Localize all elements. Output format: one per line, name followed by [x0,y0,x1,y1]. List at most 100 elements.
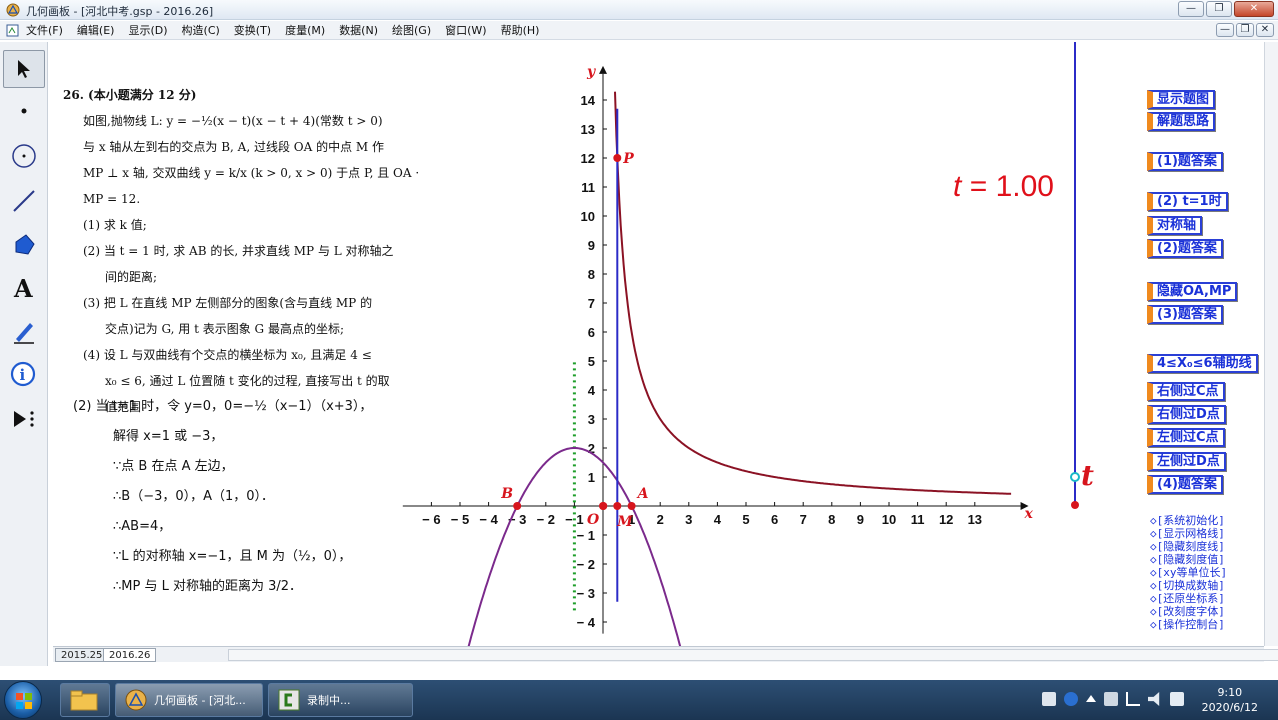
y-tick-label: 14 [581,93,596,108]
hyperbola-curve[interactable] [614,91,1012,495]
select-arrow-tool[interactable] [3,50,45,88]
origin-label: O [587,512,600,528]
compass-tool[interactable] [3,137,45,175]
arrow-icon [18,60,30,78]
menu-measure[interactable]: 度量(M) [285,22,325,38]
recorder-icon [278,689,300,711]
polygon-tool[interactable] [3,225,45,263]
t-value: 1.00 [995,170,1054,203]
point-p-label: P [622,151,634,167]
x-tick-label: 3 [685,512,692,527]
menu-help[interactable]: 帮助(H) [501,22,540,38]
x-tick-label: 11 [911,512,925,527]
x-tick-label: 10 [882,512,896,527]
tray-arrow-icon[interactable] [1086,695,1096,702]
y-tick-label: 8 [588,267,595,282]
point-a[interactable] [627,502,636,510]
menu-data[interactable]: 数据(N) [339,22,378,38]
symmetry-axis-button[interactable]: 对称轴 [1147,216,1203,235]
y-tick-label: 1 [588,470,595,485]
recorder-task[interactable]: 录制中... [268,683,413,717]
tab-2016-26[interactable]: 2016.26 [103,648,157,662]
start-button[interactable] [4,681,42,719]
flag-icon[interactable] [1104,692,1118,706]
answer-3-button[interactable]: (3)题答案 [1147,305,1223,324]
geometer-app-icon [6,3,20,17]
volume-icon[interactable] [1148,692,1160,706]
marker-tool[interactable] [3,312,45,350]
text-tool[interactable]: A [3,268,45,306]
y-tick-label: 11 [581,180,595,195]
play-menu-icon [14,411,34,427]
close-button[interactable]: ✕ [1234,1,1274,17]
menu-file[interactable]: 文件(F) [26,22,63,38]
information-tool[interactable]: i [3,356,45,394]
point-tool[interactable] [3,92,45,130]
maximize-button[interactable]: ❐ [1206,1,1232,17]
left-through-c-button[interactable]: 左侧过C点 [1147,428,1225,447]
menu-display[interactable]: 显示(D) [128,22,167,38]
tab-2015-25[interactable]: 2015.25 [55,648,109,662]
y-tick-label: 13 [581,122,595,137]
y-tick-label: 7 [588,296,595,311]
x-tick-label: 8 [828,512,835,527]
ime-icon[interactable] [1170,692,1184,706]
help-icon[interactable] [1064,692,1078,706]
right-through-d-button[interactable]: 右侧过D点 [1147,405,1226,424]
point-p[interactable] [613,154,622,162]
menu-graph[interactable]: 绘图(G) [392,22,431,38]
system-tray [1042,692,1184,706]
system-clock[interactable]: 9:10 2020/6/12 [1202,685,1258,715]
doc-close-button[interactable]: ✕ [1256,23,1274,37]
menu-transform[interactable]: 变换(T) [234,22,271,38]
custom-tools[interactable] [3,400,45,438]
y-tick-label: 5 [588,354,595,369]
answer-1-button[interactable]: (1)题答案 [1147,152,1223,171]
doc-minimize-button[interactable]: — [1216,23,1234,37]
sketch-canvas[interactable]: 26. (本小题满分 12 分) 如图,抛物线 L: y = −½(x − t)… [53,42,1264,646]
option-console[interactable]: ◇[操作控制台] [1150,616,1225,632]
axis-point[interactable] [599,502,608,510]
geometer-task[interactable]: 几何画板 - [河北... [115,683,263,717]
doc-restore-button[interactable]: ❐ [1236,23,1254,37]
answer-4-button[interactable]: (4)题答案 [1147,475,1223,494]
y-tick-label: − 2 [577,557,595,572]
t-value-readout: t = 1.00 [953,170,1054,204]
show-figure-button[interactable]: 显示题图 [1147,90,1216,109]
slider-t-label: t [1081,459,1094,492]
x-tick-label: 5 [742,512,749,527]
toolbox: A i [0,42,48,666]
point-m[interactable] [613,502,622,510]
window-title: 几何画板 - [河北中考.gsp - 2016.26] [26,5,214,18]
network-icon[interactable] [1126,692,1140,706]
keyboard-icon[interactable] [1042,692,1056,706]
left-through-d-button[interactable]: 左侧过D点 [1147,452,1226,471]
y-tick-label: 12 [581,151,595,166]
y-tick-label: 3 [588,412,595,427]
point-b[interactable] [513,502,522,510]
y-tick-label: 4 [588,383,596,398]
taskbar: 几何画板 - [河北... 录制中... 9:10 2020/6/12 [0,680,1278,720]
text-a-icon: A [13,274,33,300]
recorder-task-label: 录制中... [307,694,351,707]
document-controls: — ❐ ✕ [1216,23,1274,37]
minimize-button[interactable]: — [1178,1,1204,17]
slider-handle[interactable] [1070,472,1080,482]
file-explorer-task[interactable] [60,683,110,717]
t-equals-1-button[interactable]: (2) t=1时 [1147,192,1228,211]
straightedge-tool[interactable] [3,182,45,220]
coordinate-graph[interactable]: − 6− 5− 4− 3− 2− 1 1 2 3 4 5 6 7 8 9 10 11 12 13− 4− … [53,42,1264,646]
menu-construct[interactable]: 构造(C) [182,22,220,38]
vertical-scrollbar[interactable] [1264,42,1278,646]
menu-window[interactable]: 窗口(W) [445,22,486,38]
answer-2-button[interactable]: (2)题答案 [1147,239,1223,258]
x-axis-label: x [1024,506,1034,522]
right-through-c-button[interactable]: 右侧过C点 [1147,382,1225,401]
x-tick-label: 13 [968,512,982,527]
horizontal-scrollbar[interactable] [228,649,1278,661]
hide-oa-mp-button[interactable]: 隐藏OA,MP [1147,282,1238,301]
menu-edit[interactable]: 编辑(E) [77,22,115,38]
solution-idea-button[interactable]: 解题思路 [1147,112,1216,131]
auxiliary-lines-button[interactable]: 4≤X₀≤6辅助线 [1147,354,1258,373]
folder-icon [70,690,98,711]
